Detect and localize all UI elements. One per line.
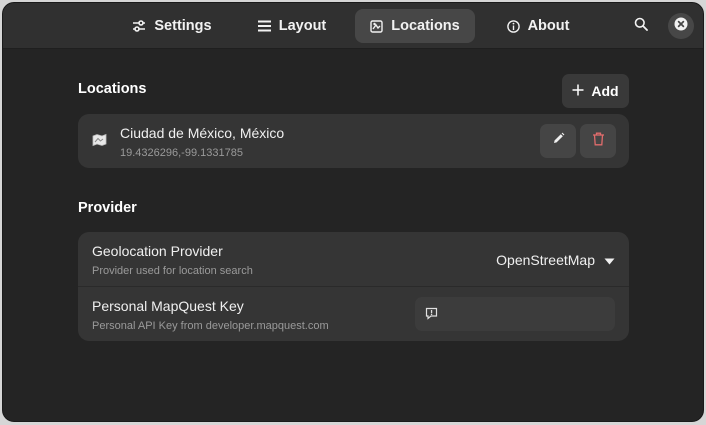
provider-settings-list: Geolocation Provider Provider used for l…	[78, 232, 629, 341]
geolocation-provider-subtitle: Provider used for location search	[92, 265, 253, 277]
location-row: Ciudad de México, México 19.4326296,-99.…	[78, 114, 629, 168]
add-button-label: Add	[591, 83, 619, 99]
close-button[interactable]	[668, 13, 694, 39]
mapquest-key-title: Personal MapQuest Key	[92, 298, 244, 314]
add-location-button[interactable]: Add	[562, 74, 629, 108]
list-icon	[257, 20, 271, 32]
location-name: Ciudad de México, México	[120, 125, 285, 141]
geolocation-provider-title: Geolocation Provider	[92, 243, 223, 259]
mapquest-key-subtitle: Personal API Key from developer.mapquest…	[92, 320, 329, 332]
warning-icon	[425, 307, 438, 325]
search-button[interactable]	[628, 13, 654, 39]
plus-icon	[572, 83, 584, 99]
sliders-icon	[132, 19, 146, 33]
info-icon	[506, 19, 520, 33]
close-icon	[674, 17, 688, 36]
row-divider	[78, 286, 629, 287]
trash-icon	[592, 132, 605, 151]
tab-settings[interactable]: Settings	[115, 9, 229, 43]
tab-label: About	[527, 18, 570, 34]
geolocation-provider-dropdown[interactable]: OpenStreetMap	[496, 248, 615, 272]
edit-location-button[interactable]	[540, 124, 576, 158]
tab-layout[interactable]: Layout	[235, 9, 349, 43]
mapquest-key-input[interactable]	[415, 297, 615, 331]
search-icon	[634, 17, 648, 36]
tab-label: Locations	[391, 18, 460, 34]
tab-label: Layout	[278, 18, 327, 34]
map-icon	[370, 19, 383, 33]
location-map-icon	[92, 133, 107, 152]
location-coordinates: 19.4326296,-99.1331785	[120, 147, 243, 159]
locations-section-title: Locations	[78, 81, 147, 97]
chevron-down-icon	[604, 252, 615, 268]
dropdown-value: OpenStreetMap	[496, 252, 595, 268]
preferences-window: Settings Layout Locations About Location…	[2, 2, 704, 422]
provider-section-title: Provider	[78, 200, 137, 216]
tab-label: Settings	[154, 18, 212, 34]
tab-locations[interactable]: Locations	[355, 9, 475, 43]
tab-about[interactable]: About	[481, 9, 595, 43]
header-bar: Settings Layout Locations About	[3, 3, 703, 49]
pencil-icon	[552, 132, 565, 150]
delete-location-button[interactable]	[580, 124, 616, 158]
